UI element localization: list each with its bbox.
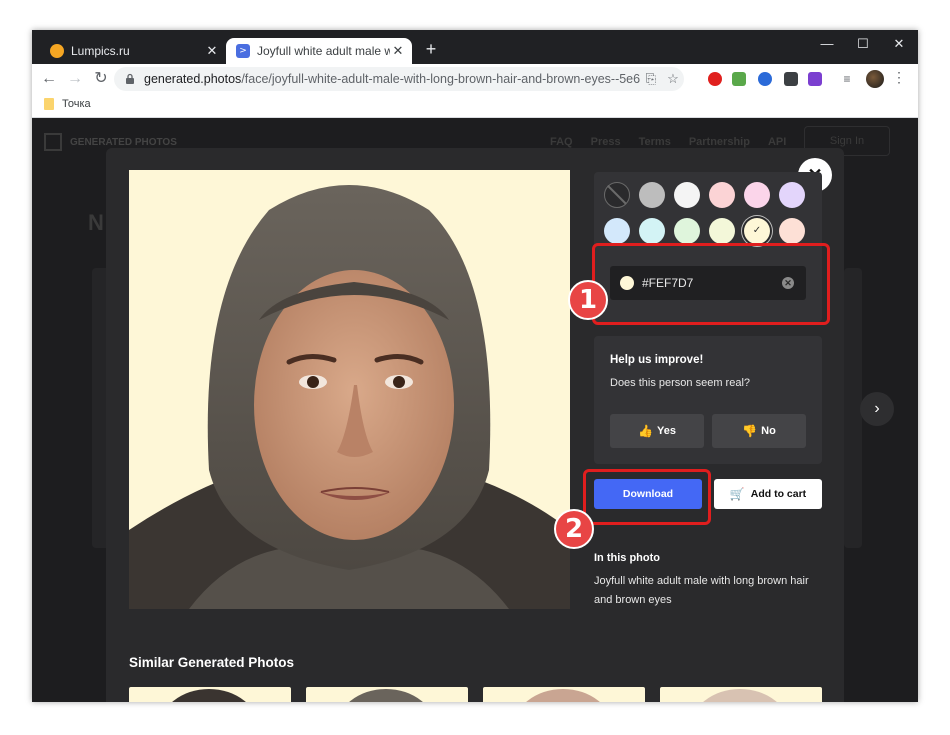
tab-close-icon[interactable]: ✕ xyxy=(204,43,220,59)
nav-link-faq[interactable]: FAQ xyxy=(550,136,573,148)
cart-icon: 🛒 xyxy=(729,487,745,501)
vote-no-label: No xyxy=(761,425,776,437)
thumb-head xyxy=(336,689,436,702)
check-icon: ✓ xyxy=(752,225,762,236)
swatch-lime[interactable] xyxy=(709,218,735,244)
swatch-pink[interactable] xyxy=(709,182,735,208)
reload-icon[interactable]: ↻ xyxy=(90,68,112,90)
new-tab-button[interactable]: + xyxy=(420,38,442,60)
nav-link-terms[interactable]: Terms xyxy=(639,136,671,148)
swatch-mint[interactable] xyxy=(674,218,700,244)
background-heading: N xyxy=(88,210,104,235)
similar-photo-thumb[interactable] xyxy=(483,687,645,702)
translate-icon[interactable]: ⎘ xyxy=(640,71,662,87)
bookmark-star-icon[interactable]: ☆ xyxy=(662,71,684,87)
window-close-icon[interactable]: ✕ xyxy=(882,30,916,58)
profile-avatar[interactable] xyxy=(866,70,884,88)
maximize-icon[interactable]: ☐ xyxy=(846,30,880,58)
tab-title: Joyfull white adult male with long brown… xyxy=(257,44,390,58)
address-bar[interactable]: generated.photos/face/joyfull-white-adul… xyxy=(114,67,684,91)
nav-link-api[interactable]: API xyxy=(768,136,786,148)
site-nav: FAQ Press Terms Partnership API xyxy=(550,136,786,148)
url-path: /face/joyfull-white-adult-male-with-long… xyxy=(241,72,640,86)
add-to-cart-button[interactable]: 🛒 Add to cart xyxy=(714,479,822,509)
swatch-lavender[interactable] xyxy=(779,182,805,208)
adblock-extension-icon[interactable] xyxy=(708,72,722,86)
page-content: GENERATED PHOTOS FAQ Press Terms Partner… xyxy=(32,118,918,702)
logo-text: GENERATED PHOTOS xyxy=(70,136,177,148)
chrome-menu-icon[interactable]: ⋮ xyxy=(892,69,906,86)
lock-icon xyxy=(126,73,134,84)
face-illustration xyxy=(129,185,570,609)
vote-yes-label: Yes xyxy=(656,425,676,437)
swatch-light-blue[interactable] xyxy=(604,218,630,244)
browser-toolbar: ← → ↻ generated.photos/face/joyfull-whit… xyxy=(32,64,918,94)
tab-title: Lumpics.ru xyxy=(71,44,130,58)
vote-yes-button[interactable]: 👍 Yes xyxy=(610,414,704,448)
back-arrow-icon[interactable]: ← xyxy=(38,68,60,90)
thumbs-down-icon: 👎 xyxy=(742,424,758,438)
vote-no-button[interactable]: 👎 No xyxy=(712,414,806,448)
url-text: generated.photos/face/joyfull-white-adul… xyxy=(144,72,640,86)
minimize-icon[interactable]: — xyxy=(810,30,844,58)
photo-modal: ✕ ✓ #F xyxy=(106,148,844,702)
in-this-photo-heading: In this photo xyxy=(594,552,660,564)
swatch-cream[interactable]: ✓ xyxy=(744,218,770,244)
bookmark-item[interactable]: Точка xyxy=(44,98,91,110)
thumb-head xyxy=(690,689,790,702)
url-host: generated.photos xyxy=(144,72,242,86)
swatch-gray[interactable] xyxy=(639,182,665,208)
bookmarks-bar: Точка xyxy=(32,94,918,118)
forward-arrow-icon[interactable]: → xyxy=(64,68,86,90)
swatch-cyan[interactable] xyxy=(639,218,665,244)
next-photo-chevron-icon[interactable]: › xyxy=(860,392,894,426)
similar-photos-heading: Similar Generated Photos xyxy=(129,655,295,670)
annotation-step-1: 1 xyxy=(568,280,608,320)
photo-description: Joyfull white adult male with long brown… xyxy=(594,575,809,606)
folder-icon xyxy=(44,98,54,110)
reading-list-icon[interactable]: ≡ xyxy=(840,72,854,86)
feedback-title: Help us improve! xyxy=(610,354,704,366)
similar-photo-thumb[interactable] xyxy=(306,687,468,702)
thumb-head xyxy=(513,689,613,702)
bookmark-label: Точка xyxy=(62,98,91,110)
globe-extension-icon[interactable] xyxy=(758,72,772,86)
nav-link-press[interactable]: Press xyxy=(591,136,621,148)
browser-window: Lumpics.ru ✕ > Joyfull white adult male … xyxy=(32,30,918,702)
thumbs-up-icon: 👍 xyxy=(638,424,653,438)
tab-generated-photos[interactable]: > Joyfull white adult male with long bro… xyxy=(226,38,412,64)
lumpics-favicon-icon xyxy=(50,44,64,58)
swatch-none[interactable] xyxy=(604,182,630,208)
nav-link-partnership[interactable]: Partnership xyxy=(689,136,750,148)
swatch-peach[interactable] xyxy=(779,218,805,244)
feedback-panel: Help us improve! Does this person seem r… xyxy=(594,336,822,464)
add-to-cart-label: Add to cart xyxy=(750,488,807,500)
twitch-extension-icon[interactable] xyxy=(808,72,822,86)
logo-icon xyxy=(44,133,62,151)
tab-strip: Lumpics.ru ✕ > Joyfull white adult male … xyxy=(32,30,918,64)
generated-face-photo xyxy=(129,170,570,609)
music-extension-icon[interactable] xyxy=(732,72,746,86)
color-swatches: ✓ xyxy=(604,182,816,244)
similar-photo-thumb[interactable] xyxy=(660,687,822,702)
puzzle-extension-icon[interactable] xyxy=(784,72,798,86)
generated-photos-favicon-icon: > xyxy=(236,44,250,58)
feedback-question: Does this person seem real? xyxy=(610,377,751,389)
annotation-highlight-swatches xyxy=(592,243,830,325)
tab-close-icon[interactable]: ✕ xyxy=(390,43,406,59)
tab-lumpics[interactable]: Lumpics.ru ✕ xyxy=(40,38,226,64)
swatch-white[interactable] xyxy=(674,182,700,208)
annotation-step-2: 2 xyxy=(554,509,594,549)
thumb-head xyxy=(159,689,259,702)
similar-photo-thumb[interactable] xyxy=(129,687,291,702)
annotation-highlight-download xyxy=(583,469,711,525)
swatch-light-pink[interactable] xyxy=(744,182,770,208)
